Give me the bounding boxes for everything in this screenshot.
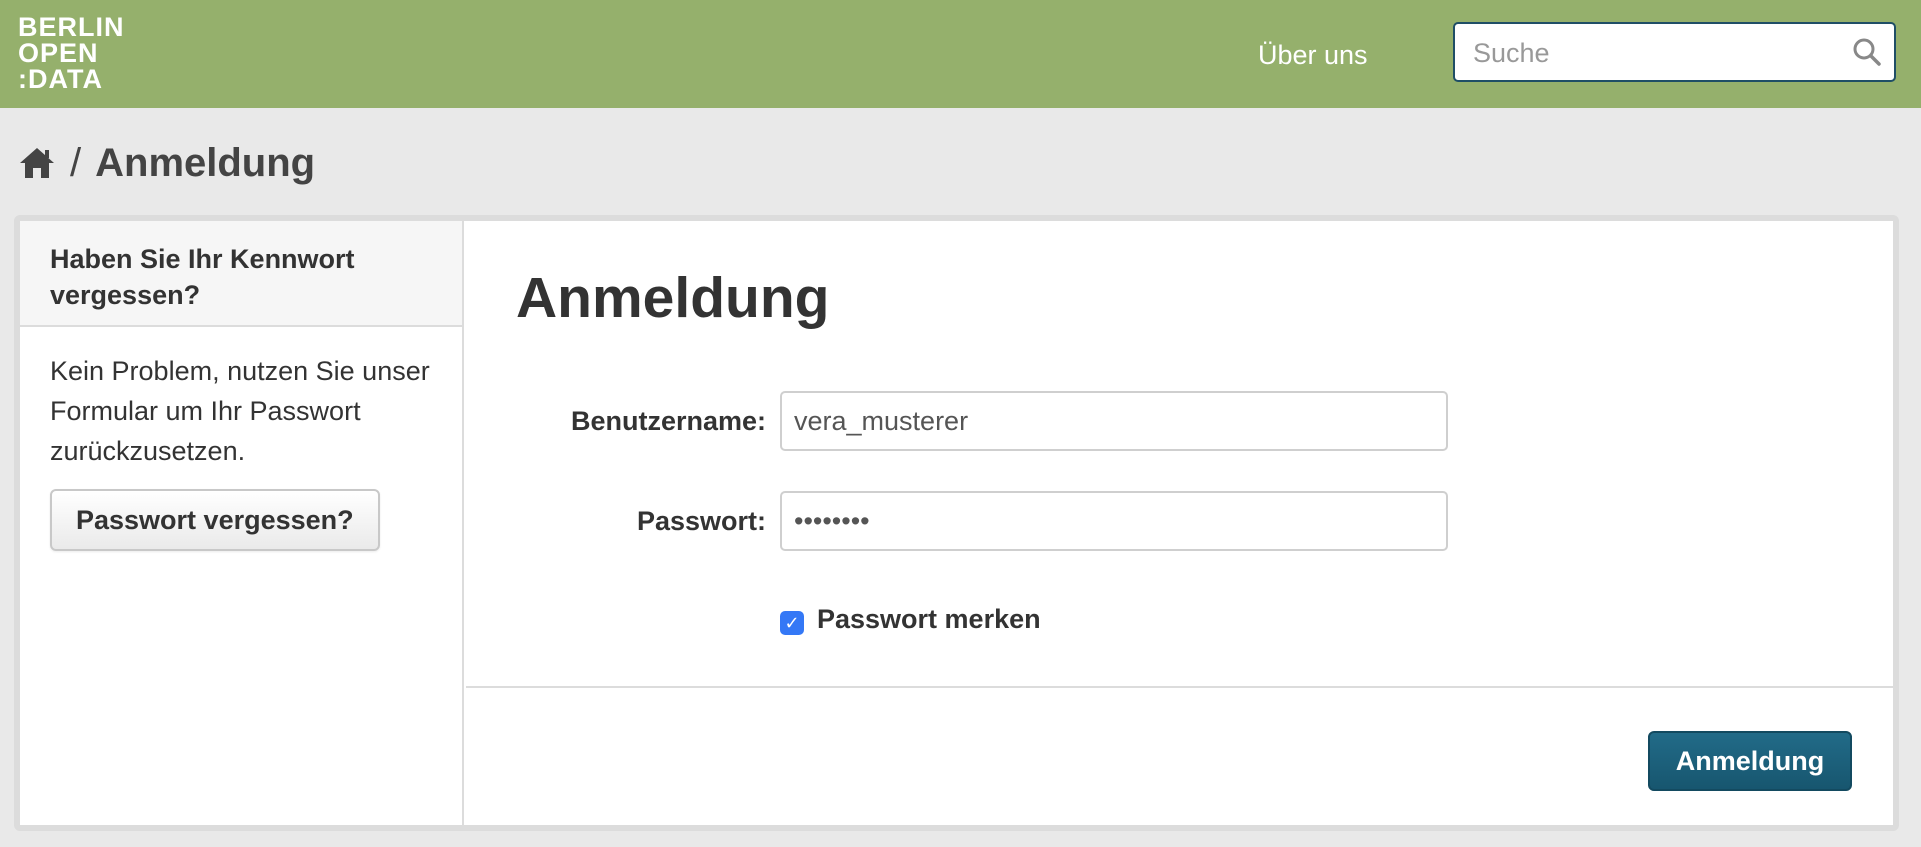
- search-input[interactable]: [1471, 32, 1845, 74]
- berlin-open-data-logo[interactable]: BERLIN OPEN :DATA: [18, 14, 124, 94]
- sidebar-body: Kein Problem, nutzen Sie unser Formular …: [20, 327, 462, 551]
- sidebar-title: Haben Sie Ihr Kennwort vergessen?: [20, 221, 462, 327]
- search-box: [1453, 22, 1896, 82]
- remember-checkbox[interactable]: ✓: [780, 611, 804, 635]
- remember-label[interactable]: Passwort merken: [817, 604, 1041, 635]
- breadcrumb-separator: /: [70, 140, 82, 185]
- username-label: Benutzername:: [570, 406, 766, 436]
- password-label: Passwort:: [636, 506, 766, 536]
- nav-link-about[interactable]: Über uns: [1258, 40, 1368, 71]
- search-icon[interactable]: [1852, 37, 1882, 67]
- form-title: Anmeldung: [516, 266, 830, 330]
- home-icon[interactable]: [18, 146, 56, 180]
- login-panel: Haben Sie Ihr Kennwort vergessen? Kein P…: [14, 215, 1899, 831]
- username-field[interactable]: [780, 391, 1448, 451]
- forgot-password-sidebar: Haben Sie Ihr Kennwort vergessen? Kein P…: [20, 221, 464, 825]
- check-icon: ✓: [784, 613, 800, 633]
- sidebar-text: Kein Problem, nutzen Sie unser Formular …: [50, 356, 430, 466]
- site-header: BERLIN OPEN :DATA Über uns: [0, 0, 1921, 108]
- login-submit-button[interactable]: Anmeldung: [1648, 731, 1852, 791]
- login-form: Anmeldung Benutzername: Passwort: ✓ Pass…: [466, 221, 1893, 825]
- breadcrumb-current: Anmeldung: [95, 140, 316, 185]
- password-field[interactable]: [780, 491, 1448, 551]
- forgot-password-button[interactable]: Passwort vergessen?: [50, 489, 380, 551]
- breadcrumb: / Anmeldung: [18, 140, 315, 186]
- form-divider: [466, 686, 1893, 688]
